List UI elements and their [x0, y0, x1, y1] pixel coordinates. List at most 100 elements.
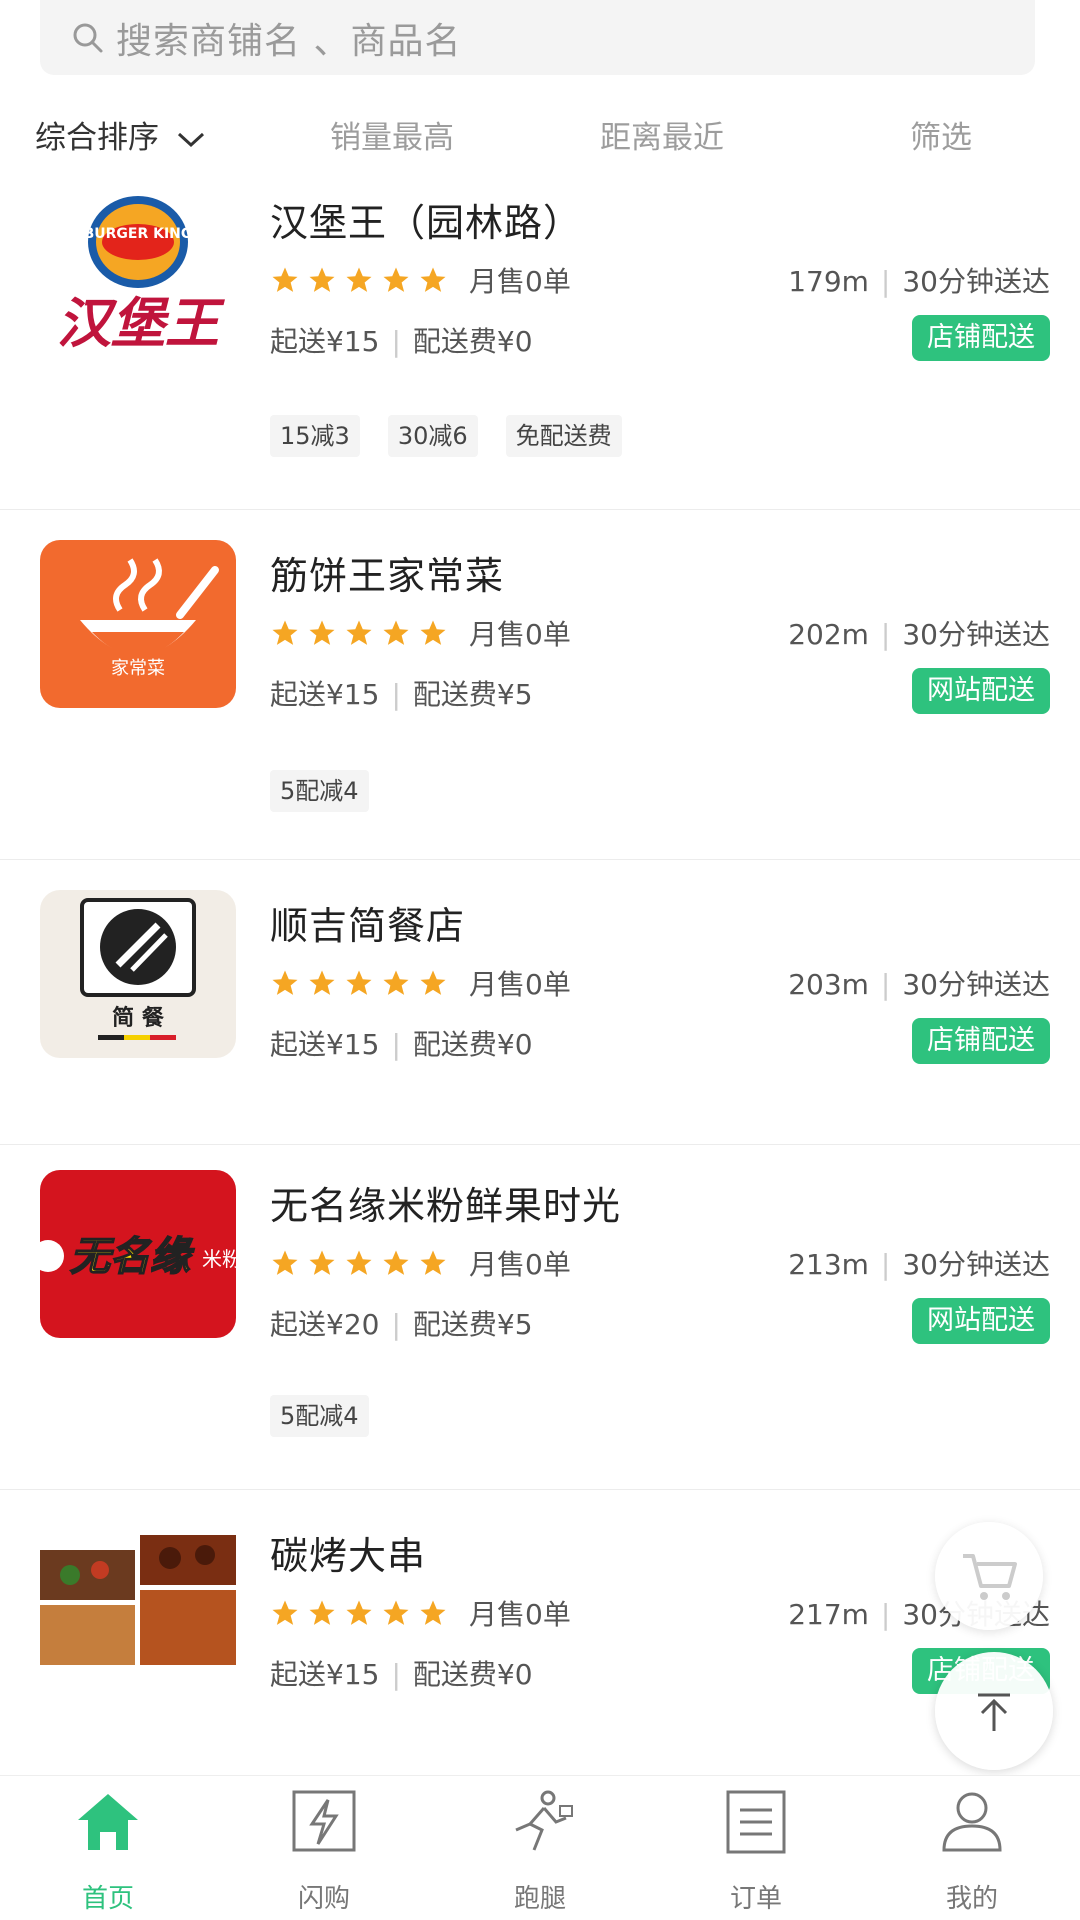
fees: 起送¥15 | 配送费¥5: [270, 678, 533, 711]
monthly-sales: 月售0单: [469, 618, 571, 651]
delivery-type-badge: 网站配送: [912, 1298, 1050, 1344]
bottom-tab-bar: 首页 闪购 跑腿 订单 我的: [0, 1775, 1080, 1920]
promo-tag: 5配减4: [270, 770, 369, 812]
tab-flash-buy[interactable]: 闪购: [216, 1776, 432, 1920]
delivery-time: 30分钟送达: [902, 265, 1050, 298]
delivery-type-badge: 店铺配送: [912, 315, 1050, 361]
rating-stars: 月售0单: [270, 260, 571, 300]
shop-name: 顺吉简餐店: [270, 904, 466, 948]
sort-tab-sales[interactable]: 销量最高: [330, 112, 454, 157]
promo-tag: 免配送费: [505, 415, 622, 457]
sort-tab-filter[interactable]: 筛选: [910, 112, 972, 157]
sort-tab-distance[interactable]: 距离最近: [600, 112, 724, 157]
star-icon: [309, 970, 335, 995]
search-placeholder: 搜索商铺名 、商品名: [116, 20, 462, 62]
shop-card[interactable]: 无名缘 米粉 无名缘米粉鲜果时光 月售0单 213m | 30分钟送达 起送¥20 |…: [0, 1150, 1080, 1490]
fees: 起送¥15 | 配送费¥0: [270, 1028, 533, 1061]
shop-card[interactable]: 碳烤大串 月售0单 217m|30分钟送达 起送¥15|配送费¥0 店铺配送: [0, 1500, 1080, 1770]
distance: 213m: [788, 1248, 869, 1281]
delivery-time: 30分钟送达: [902, 1248, 1050, 1281]
tab-label: 首页: [81, 1884, 134, 1914]
monthly-sales: 月售0单: [469, 265, 571, 298]
star-icon: [272, 1600, 298, 1625]
star-icon: [272, 267, 298, 292]
star-icon: [383, 970, 409, 995]
delivery-type-badge: 网站配送: [912, 668, 1050, 714]
cart-button[interactable]: [935, 1522, 1043, 1630]
shop-name: 无名缘米粉鲜果时光: [270, 1184, 622, 1228]
rating-stars: 月售0单: [270, 1593, 571, 1633]
distance-time: 213m | 30分钟送达: [788, 1248, 1050, 1281]
shop-card[interactable]: 简 餐 顺吉简餐店 月售0单 203m | 30分钟送达 起送¥15 | 配送费¥0 店…: [0, 870, 1080, 1145]
star-icon: [420, 1250, 446, 1275]
cart-icon: [963, 1554, 1017, 1600]
star-icon: [420, 1600, 446, 1625]
sort-tab-comprehensive[interactable]: 综合排序: [35, 112, 207, 157]
monthly-sales: 月售0单: [469, 1248, 571, 1281]
distance-time: 202m | 30分钟送达: [788, 618, 1050, 651]
arrow-up-icon: [978, 1693, 1010, 1731]
star-icon: [383, 1250, 409, 1275]
fees: 起送¥20 | 配送费¥5: [270, 1308, 533, 1341]
shop-logo: BURGER KING 汉堡王: [40, 190, 236, 358]
svg-text:汉堡王: 汉堡王: [57, 292, 225, 355]
min-order: 起送¥15: [270, 325, 380, 358]
svg-text:BURGER KING: BURGER KING: [84, 226, 193, 242]
svg-text:家常菜: 家常菜: [111, 658, 165, 679]
wumingyuan-logo: 无名缘 米粉: [40, 1233, 236, 1281]
monthly-sales: 月售0单: [469, 1598, 571, 1631]
delivery-time: 30分钟送达: [902, 968, 1050, 1001]
delivery-fee: 配送费¥5: [412, 1308, 533, 1341]
star-icon: [309, 1250, 335, 1275]
shop-card[interactable]: 家常菜 筋饼王家常菜 月售0单 202m | 30分钟送达 起送¥15 | 配送费¥5 …: [0, 520, 1080, 860]
tab-errand[interactable]: 跑腿: [432, 1776, 648, 1920]
star-icon: [383, 1600, 409, 1625]
min-order: 起送¥15: [270, 1658, 380, 1691]
home-icon: [78, 1794, 138, 1850]
star-icon: [420, 970, 446, 995]
tab-label: 跑腿: [513, 1884, 566, 1914]
user-icon: [942, 1792, 1002, 1852]
delivery-fee: 配送费¥5: [412, 678, 533, 711]
promo-list: 5配减4: [270, 770, 397, 812]
distance-time: 179m | 30分钟送达: [788, 265, 1050, 298]
tab-orders[interactable]: 订单: [648, 1776, 864, 1920]
star-icon: [420, 267, 446, 292]
monthly-sales: 月售0单: [469, 968, 571, 1001]
promo-tag: 5配减4: [270, 1395, 369, 1437]
star-icon: [272, 970, 298, 995]
shop-name: 碳烤大串: [270, 1534, 427, 1578]
delivery-fee: 配送费¥0: [412, 1658, 533, 1691]
star-icon: [420, 620, 446, 645]
search-input[interactable]: 搜索商铺名 、商品名: [40, 0, 1035, 75]
star-icon: [383, 267, 409, 292]
simple-meal-logo: 简 餐: [80, 898, 196, 1040]
shop-name: 筋饼王家常菜: [270, 554, 505, 598]
chevron-down-icon: [177, 132, 204, 147]
rating-stars: 月售0单: [270, 613, 571, 653]
bbq-photo: [40, 1535, 236, 1665]
min-order: 起送¥15: [270, 1028, 380, 1061]
delivery-fee: 配送费¥0: [412, 325, 533, 358]
burger-king-logo: BURGER KING 汉堡王: [57, 196, 225, 355]
tab-home[interactable]: 首页: [0, 1776, 216, 1920]
promo-tag: 15减3: [270, 415, 360, 457]
delivery-type-badge: 店铺配送: [912, 1018, 1050, 1064]
star-icon: [309, 267, 335, 292]
back-to-top-button[interactable]: [935, 1652, 1053, 1770]
shop-card[interactable]: BURGER KING 汉堡王 汉堡王（园林路） 月售0单 179m | 30分钟送…: [0, 180, 1080, 510]
delivery-fee: 配送费¥0: [412, 1028, 533, 1061]
tab-mine[interactable]: 我的: [864, 1776, 1080, 1920]
search-icon: [73, 23, 103, 52]
distance: 179m: [788, 265, 869, 298]
shop-logo: 无名缘 米粉: [40, 1170, 236, 1338]
tab-label: 我的: [945, 1884, 998, 1914]
star-icon: [309, 620, 335, 645]
fees: 起送¥15 | 配送费¥0: [270, 1658, 533, 1691]
rating-stars: 月售0单: [270, 963, 571, 1003]
fees: 起送¥15 | 配送费¥0: [270, 325, 533, 358]
distance: 202m: [788, 618, 869, 651]
min-order: 起送¥20: [270, 1308, 380, 1341]
distance: 217m: [788, 1598, 869, 1631]
distance: 203m: [788, 968, 869, 1001]
